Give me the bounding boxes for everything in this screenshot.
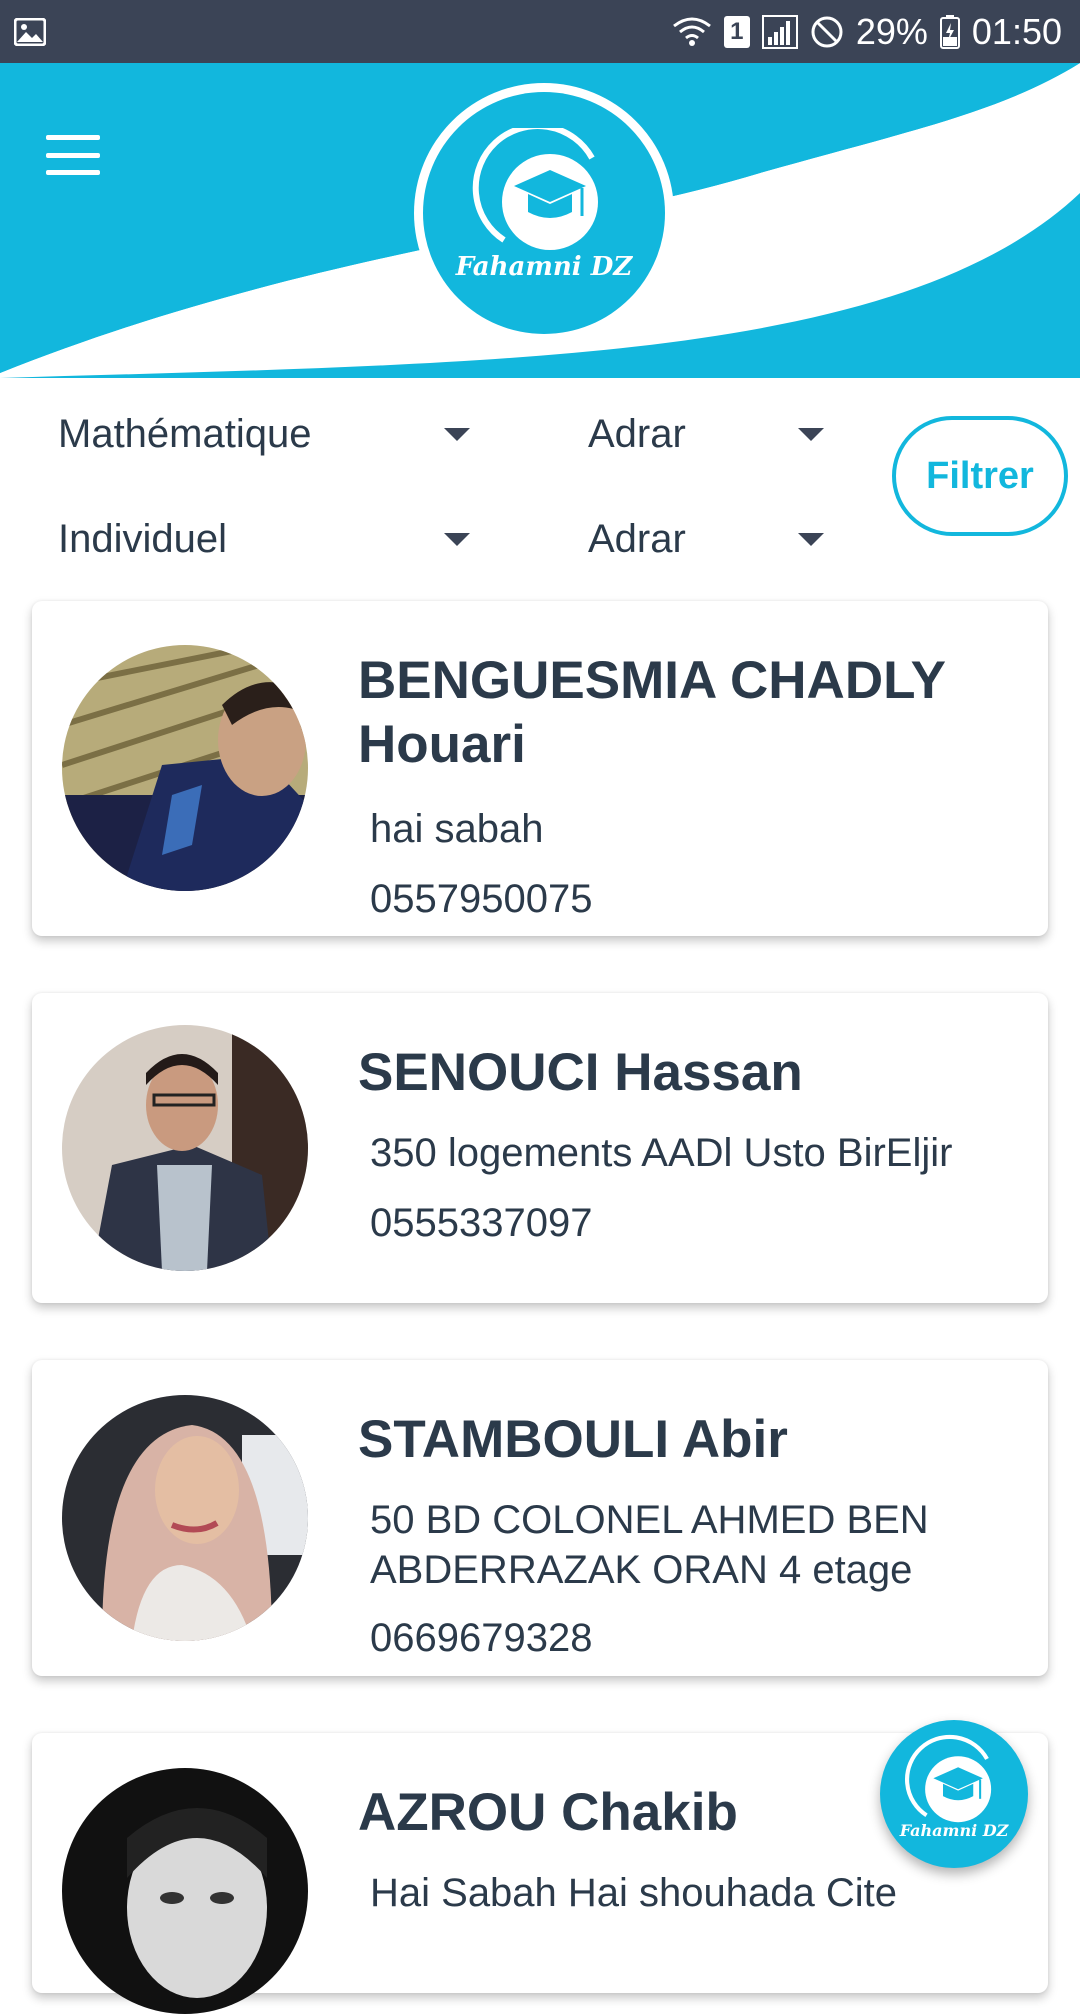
type-dropdown[interactable]: Individuel bbox=[58, 511, 470, 567]
wilaya-bottom-value: Adrar bbox=[588, 516, 686, 561]
signal-icon bbox=[761, 14, 798, 49]
app-header: Fahamni DZ bbox=[0, 63, 1080, 378]
teacher-card[interactable]: STAMBOULI Abir 50 BD COLONEL AHMED BEN A… bbox=[32, 1360, 1048, 1676]
teacher-address: 350 logements AADl Usto BirEljir bbox=[370, 1131, 953, 1175]
chevron-down-icon bbox=[798, 427, 824, 441]
menu-icon bbox=[46, 135, 100, 140]
subject-dropdown[interactable]: Mathématique bbox=[58, 406, 470, 462]
sim-number: 1 bbox=[730, 17, 744, 45]
teacher-phone: 0669679328 bbox=[370, 1616, 593, 1660]
filter-bar: Mathématique Adrar Individuel Adrar Filt… bbox=[0, 378, 1080, 588]
chevron-down-icon bbox=[444, 532, 470, 546]
teacher-address: hai sabah bbox=[370, 807, 544, 851]
teacher-phone: 0555337097 bbox=[370, 1201, 593, 1245]
wifi-icon bbox=[672, 16, 712, 48]
teacher-address: Hai Sabah Hai shouhada Cite bbox=[370, 1871, 898, 1915]
teacher-name: SENOUCI Hassan bbox=[358, 1043, 803, 1102]
teacher-card[interactable]: SENOUCI Hassan 350 logements AADl Usto B… bbox=[32, 993, 1048, 1303]
logo-text: Fahamni DZ bbox=[455, 252, 633, 282]
wilaya-top-value: Adrar bbox=[588, 411, 686, 456]
chevron-down-icon bbox=[798, 532, 824, 546]
do-not-disturb-icon bbox=[810, 15, 844, 49]
avatar bbox=[62, 1025, 308, 1271]
sim-icon: 1 bbox=[723, 15, 750, 48]
menu-button[interactable] bbox=[46, 135, 100, 175]
clock: 01:50 bbox=[971, 10, 1062, 52]
fab-logo-button[interactable]: Fahamni DZ bbox=[880, 1720, 1028, 1868]
avatar bbox=[62, 645, 308, 891]
wilaya-dropdown-top[interactable]: Adrar bbox=[588, 406, 824, 462]
type-value: Individuel bbox=[58, 516, 228, 561]
app-logo: Fahamni DZ bbox=[414, 83, 674, 343]
battery-icon bbox=[939, 14, 960, 49]
chevron-down-icon bbox=[444, 427, 470, 441]
teacher-name: BENGUESMIA CHADLY Houari bbox=[358, 651, 946, 774]
subject-value: Mathématique bbox=[58, 411, 312, 456]
teacher-address: 50 BD COLONEL AHMED BEN ABDERRAZAK ORAN … bbox=[370, 1498, 929, 1592]
wilaya-dropdown-bottom[interactable]: Adrar bbox=[588, 511, 824, 567]
avatar bbox=[62, 1395, 308, 1641]
graduation-cap-icon bbox=[472, 128, 598, 250]
teacher-name: STAMBOULI Abir bbox=[358, 1410, 788, 1469]
battery-percent: 29% bbox=[855, 10, 928, 52]
teacher-card[interactable]: BENGUESMIA CHADLY Houari hai sabah 05579… bbox=[32, 601, 1048, 936]
teacher-phone: 0557950075 bbox=[370, 877, 593, 921]
status-bar: 1 29% 01:50 bbox=[0, 0, 1080, 63]
filter-button[interactable]: Filtrer bbox=[892, 416, 1068, 536]
fab-logo-text: Fahamni DZ bbox=[899, 1821, 1009, 1840]
avatar bbox=[62, 1768, 308, 2014]
image-icon bbox=[14, 17, 46, 46]
